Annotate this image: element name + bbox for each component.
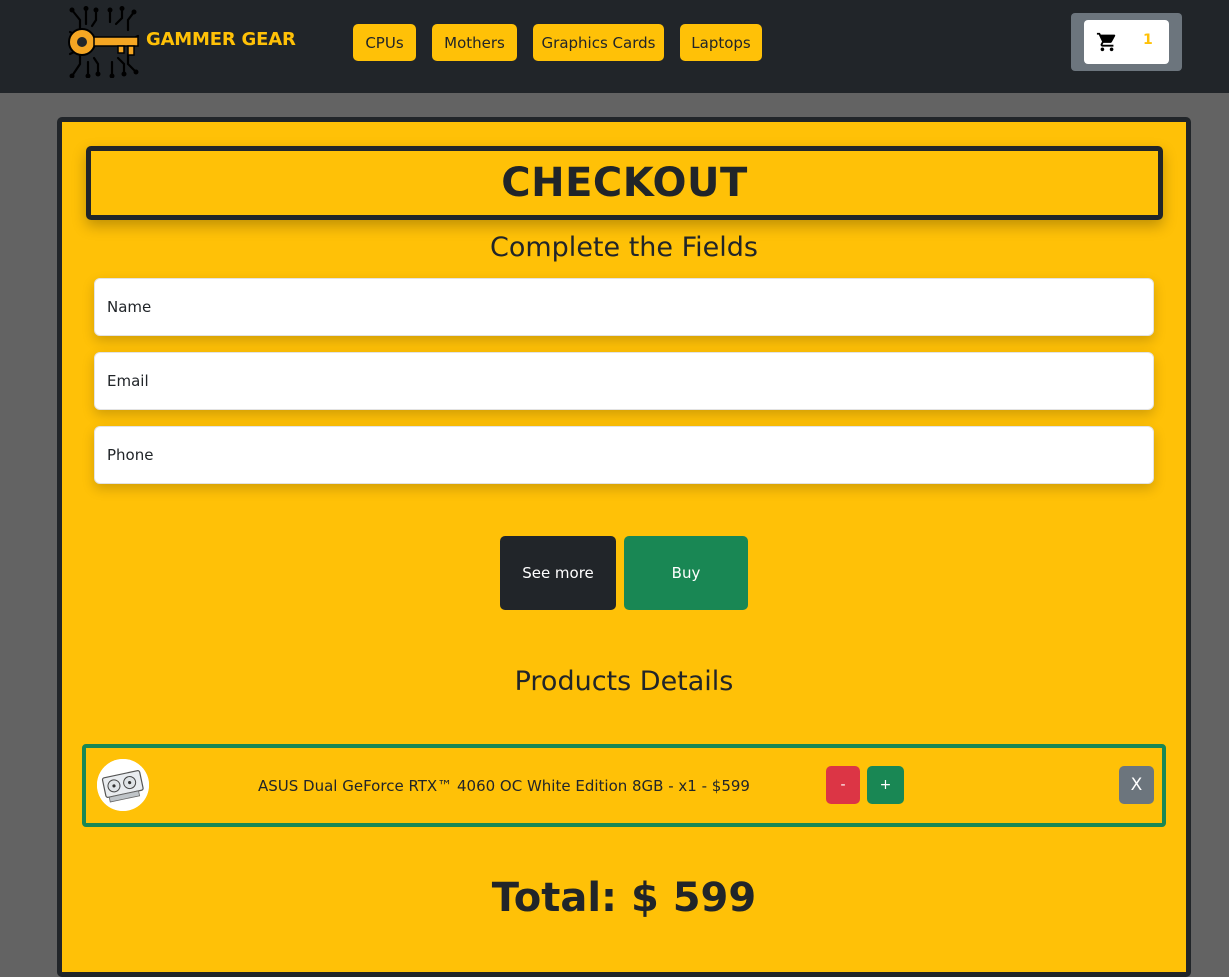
nav-mothers[interactable]: Mothers xyxy=(432,24,517,61)
buy-button[interactable]: Buy xyxy=(624,536,748,610)
cart-button[interactable]: 1 xyxy=(1084,20,1169,64)
shopping-cart-icon xyxy=(1096,31,1118,53)
order-total: Total: $ 599 xyxy=(491,875,757,921)
nav-cpus[interactable]: CPUs xyxy=(353,24,416,61)
increase-quantity-button[interactable]: + xyxy=(867,766,904,804)
see-more-button[interactable]: See more xyxy=(500,536,616,610)
list-item: ASUS Dual GeForce RTX™ 4060 OC White Edi… xyxy=(82,744,1166,827)
phone-field[interactable] xyxy=(94,426,1154,484)
products-title: Products Details xyxy=(514,666,734,697)
form-subtitle: Complete the Fields xyxy=(490,232,758,263)
cart-count-badge: 1 xyxy=(1143,32,1153,48)
decrease-quantity-button[interactable]: - xyxy=(826,766,860,804)
checkout-card: CHECKOUT Complete the Fields See more Bu… xyxy=(57,117,1191,977)
brand-name[interactable]: GAMMER GEAR xyxy=(146,29,296,50)
remove-item-button[interactable]: X xyxy=(1119,766,1154,804)
checkout-title-box: CHECKOUT xyxy=(86,146,1163,220)
navbar: GAMMER GEAR CPUs Mothers Graphics Cards … xyxy=(0,0,1229,93)
nav-graphics-cards[interactable]: Graphics Cards xyxy=(533,24,664,61)
name-field[interactable] xyxy=(94,278,1154,336)
page-title: CHECKOUT xyxy=(501,160,748,206)
product-image xyxy=(97,759,149,811)
cart-container: 1 xyxy=(1071,13,1182,71)
product-description: ASUS Dual GeForce RTX™ 4060 OC White Edi… xyxy=(258,777,750,795)
nav-laptops[interactable]: Laptops xyxy=(680,24,762,61)
email-field[interactable] xyxy=(94,352,1154,410)
key-circuit-logo[interactable] xyxy=(66,6,142,79)
